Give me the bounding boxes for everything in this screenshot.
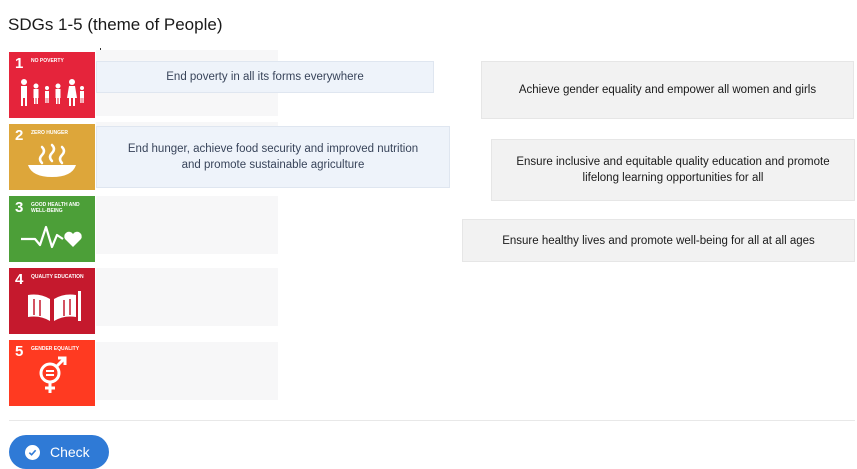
- placed-answer-1[interactable]: End poverty in all its forms everywhere: [96, 61, 434, 93]
- sdg-label: NO POVERTY: [31, 58, 64, 64]
- drop-zone-5[interactable]: [96, 342, 278, 400]
- answer-card-good-health[interactable]: Ensure healthy lives and promote well-be…: [462, 219, 855, 262]
- divider: [9, 420, 855, 421]
- sdg-number: 1: [15, 55, 24, 72]
- sdg-tile-3: 3 GOOD HEALTH AND WELL-BEING: [9, 196, 95, 262]
- sdg-label: GOOD HEALTH AND WELL-BEING: [31, 202, 80, 214]
- gender-equality-icon: [9, 355, 95, 400]
- sdg-number: 3: [15, 199, 24, 216]
- drop-zone-4[interactable]: [96, 268, 278, 326]
- sdg-label: ZERO HUNGER: [31, 130, 68, 136]
- sdg-tile-5: 5 GENDER EQUALITY: [9, 340, 95, 406]
- answer-card-quality-education[interactable]: Ensure inclusive and equitable quality e…: [491, 139, 855, 201]
- drop-zone-3[interactable]: [96, 196, 278, 254]
- sdg-tile-2: 2 ZERO HUNGER: [9, 124, 95, 190]
- heartbeat-icon: [9, 221, 95, 256]
- family-icon: [9, 77, 95, 112]
- check-circle-icon: [25, 444, 40, 460]
- sdg-tile-1: 1 NO POVERTY: [9, 52, 95, 118]
- sdg-label: GENDER EQUALITY: [31, 346, 80, 352]
- placed-answer-2[interactable]: End hunger, achieve food security and im…: [96, 126, 450, 188]
- bowl-icon: [9, 143, 95, 184]
- sdg-tile-4: 4 QUALITY EDUCATION: [9, 268, 95, 334]
- check-button-label: Check: [50, 444, 90, 460]
- page-title: SDGs 1-5 (theme of People): [8, 15, 223, 34]
- book-icon: [9, 289, 95, 328]
- sdg-label: QUALITY EDUCATION: [31, 274, 84, 280]
- sdg-number: 2: [15, 127, 24, 144]
- sdg-number: 4: [15, 271, 24, 288]
- answer-card-gender-equality[interactable]: Achieve gender equality and empower all …: [481, 61, 854, 119]
